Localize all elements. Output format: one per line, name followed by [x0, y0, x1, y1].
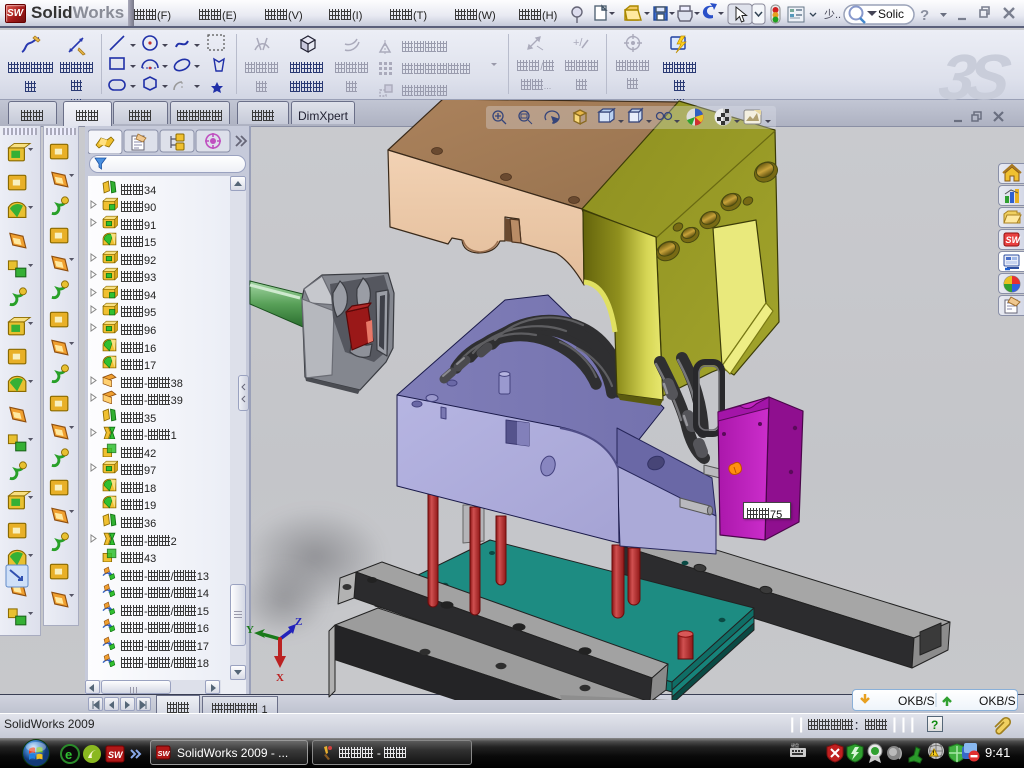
svg-text:Y: Y — [246, 624, 254, 636]
svg-text:Solic: Solic — [878, 7, 904, 21]
svg-text:SW: SW — [108, 750, 124, 760]
svg-text:Z: Z — [295, 616, 302, 628]
svg-text:少..: 少.. — [824, 8, 841, 21]
svg-text:键盘: 键盘 — [791, 742, 799, 748]
svg-text:SW: SW — [1006, 235, 1022, 245]
svg-text:?: ? — [920, 7, 929, 24]
svg-text:SW: SW — [158, 749, 171, 758]
svg-text:e: e — [65, 747, 72, 762]
svg-text:OKB/S: OKB/S — [898, 694, 935, 708]
svg-text:X: X — [276, 672, 284, 684]
svg-text:OKB/S: OKB/S — [979, 694, 1016, 708]
svg-text:!: ! — [933, 751, 935, 757]
